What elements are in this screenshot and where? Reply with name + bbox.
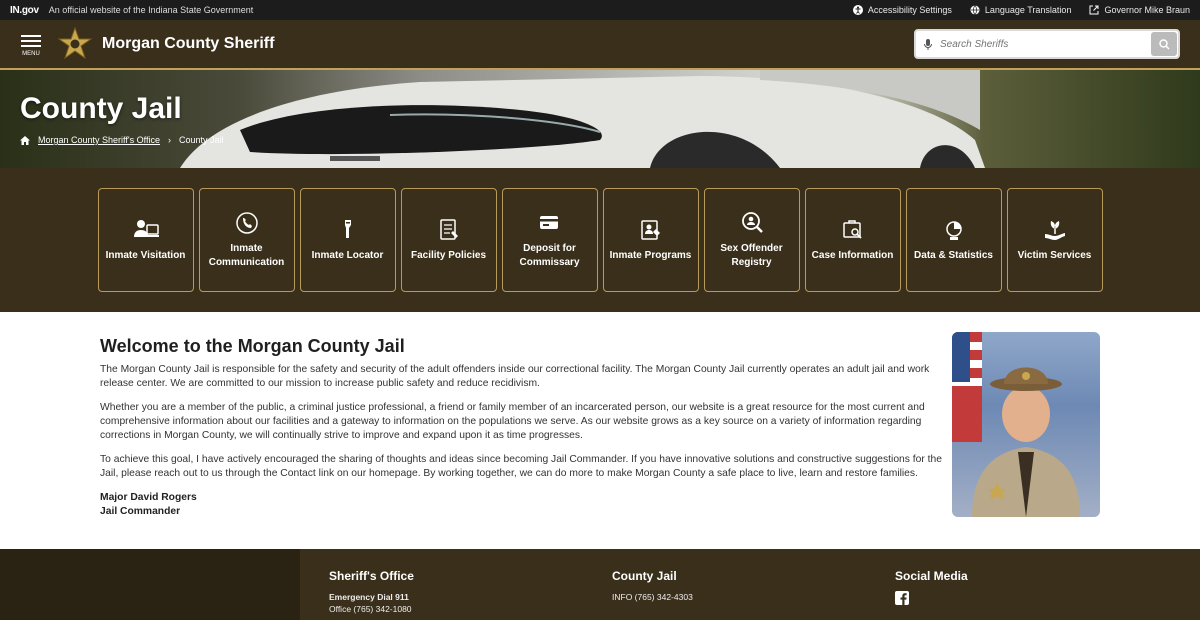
official-text: An official website of the Indiana State… [48,5,254,15]
breadcrumb-link-sheriffs-office[interactable]: Morgan County Sheriff's Office [38,135,160,145]
language-label: Language Translation [984,5,1072,15]
footer-col-county-jail: County Jail INFO (765) 342-4303 [583,549,866,620]
footer-left-panel [0,549,300,620]
tile-label: Facility Policies [410,250,487,261]
tile-victim-services[interactable]: Victim Services [1006,188,1103,292]
language-translation-link[interactable]: Language Translation [970,5,1072,15]
accessibility-icon [852,5,863,15]
tile-label: Sex Offender Registry [720,243,783,268]
accessibility-label: Accessibility Settings [867,5,952,15]
page-title: County Jail [20,92,182,125]
footer-heading: Sheriff's Office [329,569,414,583]
tile-label: Inmate Programs [609,250,692,261]
emergency-line: Emergency Dial 911 [329,592,409,602]
tile-deposit-commissary[interactable]: Deposit for Commissary [501,188,598,292]
microphone-icon[interactable] [924,38,932,50]
site-header: MENU Morgan County Sheriff [0,20,1200,70]
footer-heading: Social Media [895,569,968,583]
sheriff-star-badge-icon[interactable] [58,27,92,61]
policies-icon [439,219,458,240]
menu-label: MENU [22,50,40,57]
tile-label: Inmate Communication [208,243,285,268]
tile-inmate-communication[interactable]: Inmate Communication [198,188,295,292]
breadcrumb: Morgan County Sheriff's Office › County … [20,135,223,145]
commander-portrait-image [952,332,1080,517]
tile-inmate-locator[interactable]: Inmate Locator [299,188,396,292]
chevron-right-icon: › [167,135,171,145]
footer-heading: County Jail [612,569,677,583]
statistics-icon [945,221,962,240]
signature-title: Jail Commander [100,506,181,517]
commander-photo [952,332,1100,517]
site-footer: Sheriff's Office Emergency Dial 911 Offi… [0,549,1200,620]
ingov-logo[interactable]: IN.gov [10,5,39,16]
search-person-icon [741,212,763,233]
tile-label: Victim Services [1017,250,1092,261]
quick-links-tiles: Inmate Visitation Inmate Communication I… [0,168,1200,312]
visitation-icon [133,220,159,237]
tile-facility-policies[interactable]: Facility Policies [400,188,497,292]
welcome-section: Welcome to the Morgan County Jail The Mo… [100,336,952,519]
tile-label: Deposit for Commissary [519,243,580,268]
welcome-paragraph: To achieve this goal, I have actively en… [100,454,942,479]
globe-icon [970,5,980,15]
tile-label: Inmate Locator [311,250,384,261]
search-input[interactable] [940,38,1151,50]
facebook-icon[interactable] [895,591,909,605]
menu-button[interactable]: MENU [20,32,42,57]
phone-communication-icon [235,212,258,234]
tile-inmate-visitation[interactable]: Inmate Visitation [97,188,194,292]
tile-label: Case Information [811,250,894,261]
tile-label: Data & Statistics [914,250,993,261]
main-content: Welcome to the Morgan County Jail The Mo… [0,312,1200,549]
home-icon[interactable] [20,135,30,145]
credit-card-icon [539,216,558,229]
state-topbar: IN.gov An official website of the Indian… [0,0,1200,20]
search-icon [1158,38,1170,50]
welcome-paragraph: The Morgan County Jail is responsible fo… [100,364,930,389]
welcome-paragraph: Whether you are a member of the public, … [100,402,925,441]
footer-col-social-media: Social Media [866,549,1149,620]
governor-link[interactable]: Governor Mike Braun [1089,5,1190,15]
tile-data-statistics[interactable]: Data & Statistics [905,188,1002,292]
welcome-heading: Welcome to the Morgan County Jail [100,336,405,356]
accessibility-settings-link[interactable]: Accessibility Settings [852,5,952,15]
footer-col-sheriffs-office: Sheriff's Office Emergency Dial 911 Offi… [300,549,583,620]
search-box [914,29,1180,59]
signature-name: Major David Rogers [100,492,197,503]
office-phone[interactable]: Office (765) 342-1080 [329,603,583,615]
case-search-icon [842,220,862,239]
victim-services-icon [1044,221,1065,240]
search-button[interactable] [1151,32,1177,56]
hero-banner: County Jail Morgan County Sheriff's Offi… [0,70,1200,168]
programs-icon [640,220,660,240]
external-link-icon [1089,5,1099,15]
site-title[interactable]: Morgan County Sheriff [102,35,274,53]
breadcrumb-current: County Jail [178,135,224,145]
tile-case-information[interactable]: Case Information [804,188,901,292]
tile-sex-offender-registry[interactable]: Sex Offender Registry [703,188,800,292]
tile-label: Inmate Visitation [105,250,186,261]
jail-info-phone[interactable]: INFO (765) 342-4303 [612,591,866,603]
governor-label: Governor Mike Braun [1104,5,1190,15]
locator-icon [344,220,351,238]
hamburger-icon [21,32,41,50]
tile-inmate-programs[interactable]: Inmate Programs [602,188,699,292]
